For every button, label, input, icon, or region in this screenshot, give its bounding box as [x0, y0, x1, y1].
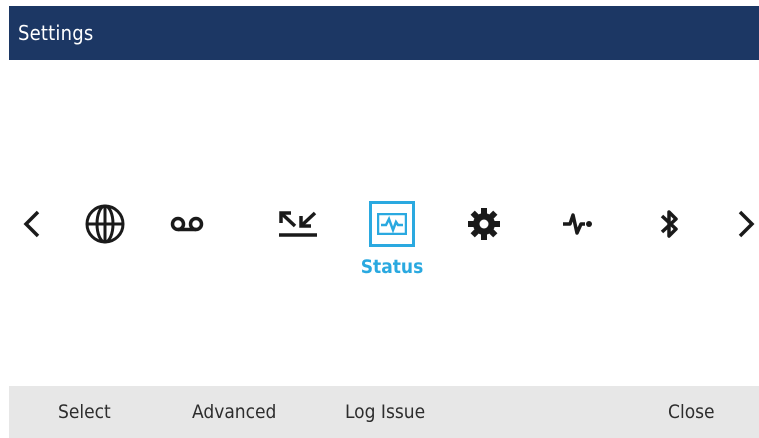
status-pulse-icon [377, 213, 407, 235]
diagnostics-pulse-icon [563, 213, 592, 235]
settings-item-network[interactable] [77, 196, 133, 252]
close-softkey[interactable]: Close [668, 386, 715, 438]
title-bar: Settings [9, 6, 759, 60]
log-issue-softkey[interactable]: Log Issue [345, 386, 425, 438]
page-title: Settings [18, 21, 94, 45]
chevron-left-icon [23, 210, 40, 238]
chevron-right-icon [738, 210, 755, 238]
globe-icon [85, 204, 125, 244]
selected-item-label: Status [360, 256, 424, 278]
advanced-softkey[interactable]: Advanced [192, 386, 276, 438]
settings-item-preferences[interactable] [456, 196, 512, 252]
settings-carousel [0, 196, 759, 256]
bluetooth-icon [660, 210, 678, 238]
next-button[interactable] [728, 196, 759, 252]
settings-item-bluetooth[interactable] [642, 196, 698, 252]
selected-highlight [369, 201, 415, 247]
settings-item-call-forward[interactable] [270, 196, 326, 252]
voicemail-icon [170, 216, 204, 232]
call-forward-arrows-icon [279, 211, 317, 237]
settings-item-voicemail[interactable] [159, 196, 215, 252]
settings-item-status[interactable] [364, 196, 420, 252]
gear-icon [468, 208, 500, 240]
softkey-bar: Select Advanced Log Issue Close [9, 386, 759, 438]
previous-button[interactable] [14, 196, 50, 252]
select-softkey[interactable]: Select [58, 386, 111, 438]
settings-item-diagnostics[interactable] [551, 196, 607, 252]
